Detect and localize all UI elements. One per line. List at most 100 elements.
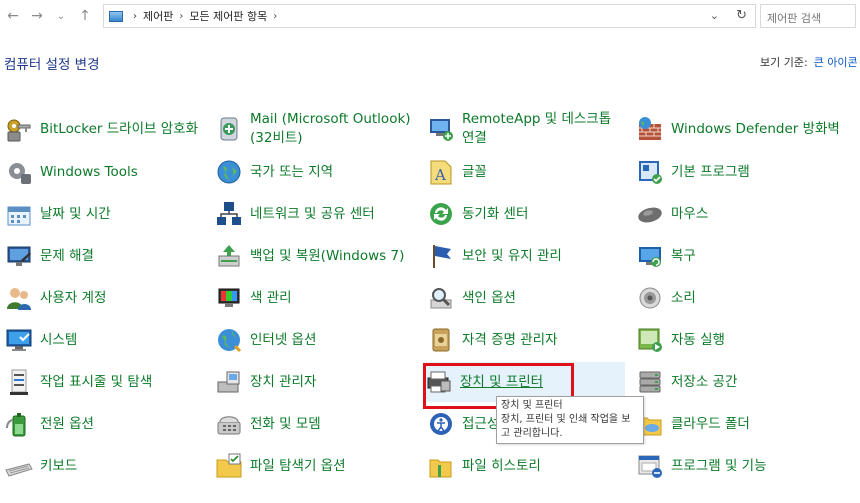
control-panel-item-keyboard[interactable]: 키보드: [4, 447, 204, 485]
control-panel-item-indexing[interactable]: 색인 옵션: [426, 279, 626, 317]
control-panel-item-label: 장치 및 프린터: [460, 373, 544, 390]
control-panel-item-bitlocker[interactable]: BitLocker 드라이브 암호화: [4, 110, 204, 148]
control-panel-item-label: 인터넷 옵션: [250, 331, 317, 348]
control-panel-item-backup[interactable]: 백업 및 복원(Windows 7): [214, 237, 419, 275]
control-panel-item-label: 보안 및 유지 관리: [462, 247, 562, 264]
breadcrumb-control-panel[interactable]: 제어판: [143, 8, 173, 24]
control-panel-item-sync-center[interactable]: 동기화 센터: [426, 195, 626, 233]
recent-locations-button[interactable]: ⌄: [50, 5, 72, 27]
ease-of-access-icon: [426, 409, 456, 439]
control-panel-item-label: RemoteApp 및 데스크톱 연결: [462, 111, 612, 146]
control-panel-item-mouse[interactable]: 마우스: [635, 195, 855, 233]
control-panel-item-label: 국가 또는 지역: [250, 163, 334, 180]
control-panel-item-label: 자격 증명 관리자: [462, 331, 558, 348]
refresh-icon[interactable]: ↻: [736, 8, 747, 23]
control-panel-item-folder-options[interactable]: 파일 탐색기 옵션: [214, 447, 419, 485]
control-panel-item-label: Mail (Microsoft Outlook)(32비트): [250, 111, 411, 146]
breadcrumb-chevron-icon: ›: [133, 10, 137, 22]
autoplay-icon: [635, 325, 665, 355]
arrow-up-icon: ↑: [79, 8, 91, 24]
control-panel-item-label: 작업 표시줄 및 탐색: [40, 373, 153, 390]
control-panel-item-label: 동기화 센터: [462, 205, 529, 222]
control-panel-item-credential-manager[interactable]: 자격 증명 관리자: [426, 321, 626, 359]
internet-options-icon: [214, 325, 244, 355]
troubleshooting-icon: [4, 241, 34, 271]
control-panel-item-mail[interactable]: Mail (Microsoft Outlook)(32비트): [214, 110, 419, 148]
control-panel-item-storage-spaces[interactable]: 저장소 공간: [635, 363, 855, 401]
control-panel-item-label: 색 관리: [250, 289, 292, 306]
control-panel-item-device-manager[interactable]: 장치 관리자: [214, 363, 419, 401]
control-panel-item-windows-tools[interactable]: Windows Tools: [4, 153, 204, 191]
chevron-down-icon: ⌄: [56, 10, 66, 22]
mouse-icon: [635, 199, 665, 229]
control-panel-item-file-history[interactable]: 파일 히스토리: [426, 447, 626, 485]
control-panel-item-region[interactable]: 국가 또는 지역: [214, 153, 419, 191]
arrow-left-icon: ←: [7, 8, 19, 24]
phone-modem-icon: [214, 409, 244, 439]
up-button[interactable]: ↑: [74, 5, 96, 27]
control-panel-item-security-maintenance[interactable]: 보안 및 유지 관리: [426, 237, 626, 275]
control-panel-item-label: Windows Tools: [40, 163, 138, 180]
sync-center-icon: [426, 199, 456, 229]
search-input[interactable]: 제어판 검색: [760, 4, 856, 28]
control-panel-item-fonts[interactable]: A 글꼴: [426, 153, 626, 191]
file-history-icon: [426, 451, 456, 481]
mail-icon: [214, 114, 244, 144]
svg-text:A: A: [434, 166, 446, 184]
control-panel-item-label: 저장소 공간: [671, 373, 738, 390]
control-panel-item-internet-options[interactable]: 인터넷 옵션: [214, 321, 419, 359]
control-panel-icon: [109, 10, 123, 22]
remoteapp-icon: [426, 114, 456, 144]
view-by: 보기 기준: 큰 아이콘: [760, 54, 858, 70]
control-panel-item-label: 전원 옵션: [40, 415, 94, 432]
indexing-icon: [426, 283, 456, 313]
storage-spaces-icon: [635, 367, 665, 397]
view-by-dropdown[interactable]: 큰 아이콘: [814, 56, 858, 69]
control-panel-item-user-accounts[interactable]: 사용자 계정: [4, 279, 204, 317]
address-dropdown-icon[interactable]: ⌄: [710, 9, 719, 22]
control-panel-item-troubleshooting[interactable]: 문제 해결: [4, 237, 204, 275]
control-panel-item-sound[interactable]: 소리: [635, 279, 855, 317]
power-options-icon: [4, 409, 34, 439]
control-panel-item-label: 백업 및 복원(Windows 7): [250, 247, 405, 264]
control-panel-item-label: 파일 탐색기 옵션: [250, 457, 346, 474]
breadcrumb-all-items[interactable]: 모든 제어판 항목: [189, 8, 267, 24]
recovery-icon: [635, 241, 665, 271]
forward-button[interactable]: →: [26, 5, 48, 27]
keyboard-icon: [4, 451, 34, 481]
control-panel-item-cloud-folders[interactable]: 클라우드 폴더: [635, 405, 855, 443]
control-panel-item-label: 장치 관리자: [250, 373, 317, 390]
control-panel-item-label: 문제 해결: [40, 247, 94, 264]
control-panel-item-recovery[interactable]: 복구: [635, 237, 855, 275]
address-bar[interactable]: › 제어판 › 모든 제어판 항목 › ⌄ ↻: [103, 4, 756, 28]
control-panel-item-power-options[interactable]: 전원 옵션: [4, 405, 204, 443]
control-panel-item-network[interactable]: 네트워크 및 공유 센터: [214, 195, 419, 233]
control-panel-item-programs-features[interactable]: 프로그램 및 기능: [635, 447, 855, 485]
taskbar-icon: [4, 367, 34, 397]
control-panel-item-autoplay[interactable]: 자동 실행: [635, 321, 855, 359]
credential-manager-icon: [426, 325, 456, 355]
breadcrumb-chevron-icon[interactable]: ›: [179, 11, 183, 22]
control-panel-item-phone-modem[interactable]: 전화 및 모뎀: [214, 405, 419, 443]
control-panel-item-date-time[interactable]: 날짜 및 시간: [4, 195, 204, 233]
firewall-icon: [635, 114, 665, 144]
date-time-icon: [4, 199, 34, 229]
breadcrumb-chevron-icon[interactable]: ›: [273, 11, 277, 22]
device-manager-icon: [214, 367, 244, 397]
control-panel-item-firewall[interactable]: Windows Defender 방화벽: [635, 110, 855, 148]
control-panel-item-system[interactable]: 시스템: [4, 321, 204, 359]
view-by-label: 보기 기준:: [760, 56, 808, 69]
sound-icon: [635, 283, 665, 313]
back-button[interactable]: ←: [2, 5, 24, 27]
control-panel-item-label: 프로그램 및 기능: [671, 457, 767, 474]
navigation-bar: ← → ⌄ ↑ › 제어판 › 모든 제어판 항목 › ⌄ ↻ 제어판 검색: [0, 0, 860, 34]
tooltip-title: 장치 및 프린터: [501, 400, 563, 411]
windows-tools-icon: [4, 157, 34, 187]
color-management-icon: [214, 283, 244, 313]
control-panel-item-remoteapp[interactable]: RemoteApp 및 데스크톱 연결: [426, 110, 626, 148]
control-panel-item-label: BitLocker 드라이브 암호화: [40, 120, 198, 137]
control-panel-item-color-management[interactable]: 색 관리: [214, 279, 419, 317]
control-panel-item-default-programs[interactable]: 기본 프로그램: [635, 153, 855, 191]
control-panel-item-label: 색인 옵션: [462, 289, 516, 306]
control-panel-item-taskbar[interactable]: 작업 표시줄 및 탐색: [4, 363, 204, 401]
